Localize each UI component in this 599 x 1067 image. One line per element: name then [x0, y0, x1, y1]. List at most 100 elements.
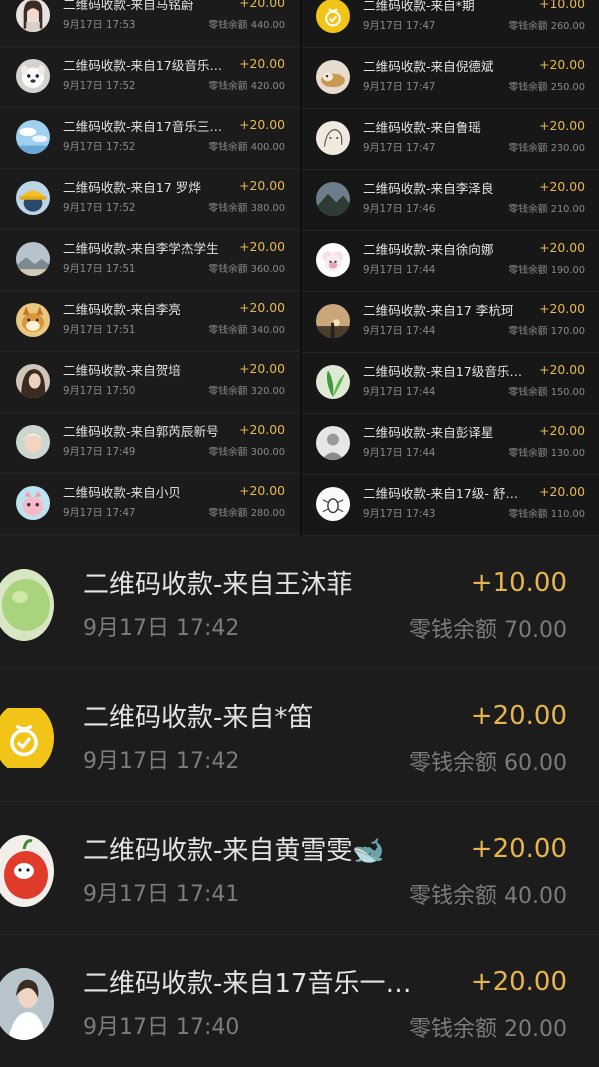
- transaction-title: 二维码收款-来自17 李杭珂: [363, 303, 514, 318]
- transaction-date: 9月17日 17:41: [83, 882, 240, 907]
- avatar: [0, 569, 54, 641]
- transaction-row[interactable]: 二维码收款-来自李学杰学生 9月17日 17:51 +20.00 零钱余额 360.0…: [0, 230, 301, 291]
- transaction-row[interactable]: 二维码收款-来自17级音乐… 9月17日 17:52 +20.00 零钱余额 420.…: [0, 47, 301, 108]
- transaction-amount: +20.00: [239, 300, 285, 315]
- transaction-row[interactable]: 二维码收款-来自徐向娜 9月17日 17:44 +20.00 零钱余额 190.00: [302, 231, 599, 292]
- transaction-title: 二维码收款-来自李学杰学生: [63, 241, 219, 256]
- balance-text: 零钱余额 60.00: [409, 751, 567, 776]
- transaction-amount: +20.00: [470, 967, 567, 997]
- transaction-title: 二维码收款-来自17音乐三…: [63, 119, 223, 134]
- transaction-amount: +20.00: [539, 484, 585, 499]
- transaction-date: 9月17日 17:44: [363, 265, 436, 276]
- transaction-row[interactable]: 二维码收款-来自17 李杭珂 9月17日 17:44 +20.00 零钱余额 170.…: [302, 292, 599, 353]
- balance-text: 零钱余额 150.00: [508, 387, 585, 398]
- avatar: [316, 304, 350, 338]
- transaction-date: 9月17日 17:49: [63, 447, 136, 458]
- transaction-row[interactable]: 二维码收款-来自贺培 9月17日 17:50 +20.00 零钱余额 320.00: [0, 352, 301, 413]
- transaction-date: 9月17日 17:51: [63, 264, 136, 275]
- transaction-title: 二维码收款-来自17级- 舒…: [363, 486, 519, 501]
- balance-text: 零钱余额 20.00: [409, 1017, 567, 1042]
- transaction-title: 二维码收款-来自*期: [363, 0, 475, 13]
- avatar: [16, 486, 50, 520]
- transaction-amount: +20.00: [239, 178, 285, 193]
- avatar: [16, 425, 50, 459]
- transaction-row[interactable]: 二维码收款-来自王沐菲 9月17日 17:42 +10.00 零钱余额 70.00: [0, 536, 599, 669]
- transaction-row[interactable]: 二维码收款-来自马铭蔚 9月17日 17:53 +20.00 零钱余额 440.00: [0, 0, 301, 47]
- balance-text: 零钱余额 420.00: [208, 81, 285, 92]
- transaction-row[interactable]: 二维码收款-来自郭芮辰新号 9月17日 17:49 +20.00 零钱余额 300.0…: [0, 413, 301, 474]
- transaction-title: 二维码收款-来自彭译星: [363, 425, 494, 440]
- transaction-date: 9月17日 17:50: [63, 386, 136, 397]
- balance-text: 零钱余额 300.00: [208, 447, 285, 458]
- transaction-date: 9月17日 17:47: [363, 143, 436, 154]
- transaction-amount: +20.00: [470, 834, 567, 864]
- avatar: [16, 59, 50, 93]
- transaction-row[interactable]: 二维码收款-来自小贝 9月17日 17:47 +20.00 零钱余额 280.00: [0, 474, 301, 535]
- transaction-row[interactable]: 二维码收款-来自*笛 9月17日 17:42 +20.00 零钱余额 60.00: [0, 669, 599, 802]
- balance-text: 零钱余额 210.00: [508, 204, 585, 215]
- transaction-amount: +20.00: [539, 423, 585, 438]
- transaction-amount: +20.00: [239, 361, 285, 376]
- transaction-row[interactable]: 二维码收款-来自*期 9月17日 17:47 +10.00 零钱余额 260.00: [302, 0, 599, 48]
- avatar: [16, 181, 50, 215]
- transaction-amount: +20.00: [539, 57, 585, 72]
- transaction-date: 9月17日 17:53: [63, 20, 136, 31]
- avatar: [0, 835, 54, 907]
- balance-text: 零钱余额 320.00: [208, 386, 285, 397]
- transaction-amount: +20.00: [539, 362, 585, 377]
- balance-text: 零钱余额 170.00: [508, 326, 585, 337]
- transaction-amount: +20.00: [239, 56, 285, 71]
- transaction-title: 二维码收款-来自鲁瑶: [363, 120, 481, 135]
- transaction-row[interactable]: 二维码收款-来自17 罗烨 9月17日 17:52 +20.00 零钱余额 380.0…: [0, 169, 301, 230]
- transaction-amount: +20.00: [539, 240, 585, 255]
- balance-text: 零钱余额 400.00: [208, 142, 285, 153]
- transaction-list-left: 二维码收款-来自马铭蔚 9月17日 17:53 +20.00 零钱余额 440.00 二…: [0, 0, 301, 536]
- avatar: [316, 426, 350, 460]
- transaction-amount: +20.00: [239, 117, 285, 132]
- transaction-row[interactable]: 二维码收款-来自鲁瑶 9月17日 17:47 +20.00 零钱余额 230.00: [302, 109, 599, 170]
- transaction-amount: +10.00: [470, 568, 567, 598]
- transaction-amount: +20.00: [239, 0, 285, 10]
- transaction-list-right: 二维码收款-来自*期 9月17日 17:47 +10.00 零钱余额 260.00 二维…: [302, 0, 599, 536]
- transaction-title: 二维码收款-来自王沐菲: [83, 570, 353, 600]
- transaction-title: 二维码收款-来自*笛: [83, 703, 314, 733]
- transaction-date: 9月17日 17:44: [363, 387, 436, 398]
- transaction-row[interactable]: 二维码收款-来自17级- 舒… 9月17日 17:43 +20.00 零钱余额 110…: [302, 475, 599, 536]
- balance-text: 零钱余额 360.00: [208, 264, 285, 275]
- balance-text: 零钱余额 130.00: [508, 448, 585, 459]
- avatar: [16, 242, 50, 276]
- balance-text: 零钱余额 340.00: [208, 325, 285, 336]
- balance-text: 零钱余额 110.00: [508, 509, 585, 520]
- transaction-row[interactable]: 二维码收款-来自李泽良 9月17日 17:46 +20.00 零钱余额 210.00: [302, 170, 599, 231]
- balance-text: 零钱余额 190.00: [508, 265, 585, 276]
- transaction-amount: +20.00: [539, 301, 585, 316]
- avatar: [16, 120, 50, 154]
- balance-text: 零钱余额 280.00: [208, 508, 285, 519]
- avatar: [16, 303, 50, 337]
- balance-text: 零钱余额 40.00: [409, 884, 567, 909]
- transaction-date: 9月17日 17:52: [63, 81, 136, 92]
- balance-text: 零钱余额 380.00: [208, 203, 285, 214]
- balance-text: 零钱余额 260.00: [508, 21, 585, 32]
- transaction-row[interactable]: 二维码收款-来自黄雪雯🐋 9月17日 17:41 +20.00 零钱余额 40.00: [0, 802, 599, 935]
- transaction-title: 二维码收款-来自李亮: [63, 302, 181, 317]
- balance-text: 零钱余额 230.00: [508, 143, 585, 154]
- transaction-row[interactable]: 二维码收款-来自彭译星 9月17日 17:44 +20.00 零钱余额 130.00: [302, 414, 599, 475]
- transaction-row[interactable]: 二维码收款-来自17音乐一… 9月17日 17:40 +20.00 零钱余额 20.0…: [0, 935, 599, 1067]
- transaction-title: 二维码收款-来自徐向娜: [363, 242, 494, 257]
- balance-text: 零钱余额 440.00: [208, 20, 285, 31]
- transaction-amount: +20.00: [239, 239, 285, 254]
- avatar: [316, 487, 350, 521]
- transaction-row[interactable]: 二维码收款-来自17音乐三… 9月17日 17:52 +20.00 零钱余额 400.…: [0, 108, 301, 169]
- avatar: [316, 365, 350, 399]
- transaction-amount: +20.00: [239, 422, 285, 437]
- transaction-date: 9月17日 17:44: [363, 448, 436, 459]
- transaction-amount: +20.00: [539, 118, 585, 133]
- transaction-title: 二维码收款-来自郭芮辰新号: [63, 424, 219, 439]
- transaction-amount: +20.00: [539, 179, 585, 194]
- transaction-row[interactable]: 二维码收款-来自李亮 9月17日 17:51 +20.00 零钱余额 340.00: [0, 291, 301, 352]
- transaction-row[interactable]: 二维码收款-来自倪德斌 9月17日 17:47 +20.00 零钱余额 250.00: [302, 48, 599, 109]
- transaction-row[interactable]: 二维码收款-来自17级音乐… 9月17日 17:44 +20.00 零钱余额 150.…: [302, 353, 599, 414]
- avatar: [0, 702, 54, 774]
- avatar: [316, 0, 350, 33]
